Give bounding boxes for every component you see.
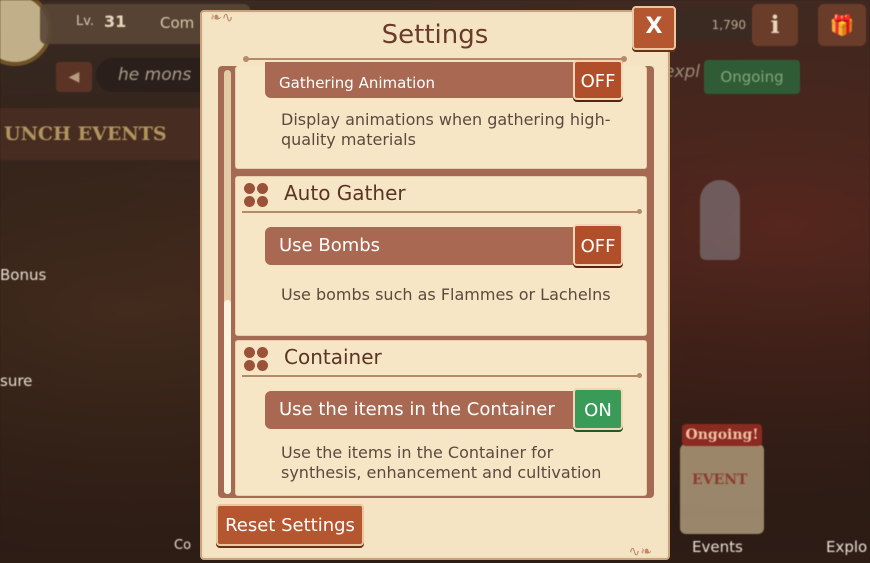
events-label[interactable]: Events	[692, 538, 743, 556]
event-card-label: EVENT	[692, 472, 748, 488]
reset-settings-button[interactable]: Reset Settings	[216, 504, 364, 546]
auto-gather-header: Auto Gather	[240, 179, 642, 214]
use-container-row: Use the items in the Container ON	[265, 388, 623, 430]
use-bombs-description: Use bombs such as Flammes or Lachelns	[281, 285, 611, 304]
use-container-description: Use the items in the Container for synth…	[281, 443, 602, 482]
section-divider	[242, 209, 642, 214]
gathering-animation-label: Gathering Animation	[279, 74, 436, 92]
gathering-animation-card: Gathering Animation OFF Display animatio…	[235, 60, 647, 169]
info-button[interactable]: i	[752, 4, 798, 46]
event-card[interactable]	[680, 444, 764, 534]
container-card: Container Use the items in the Container…	[235, 340, 647, 496]
ongoing-badge: Ongoing!	[682, 424, 762, 446]
use-bombs-row: Use Bombs OFF	[265, 224, 623, 266]
use-container-toggle[interactable]: ON	[573, 388, 623, 430]
treasure-label[interactable]: sure	[0, 372, 32, 390]
gathering-animation-description: Display animations when gathering high-q…	[281, 110, 611, 149]
character-figure	[700, 180, 740, 260]
section-divider	[242, 373, 642, 378]
close-button[interactable]: X	[632, 6, 676, 50]
clover-icon	[244, 347, 268, 371]
clover-icon	[244, 183, 268, 207]
gathering-animation-row: Gathering Animation OFF	[265, 60, 623, 100]
gold-counter: 1,790	[676, 10, 752, 40]
bonus-label[interactable]: Bonus	[0, 266, 46, 284]
use-bombs-label: Use Bombs	[279, 235, 381, 256]
level-value: 31	[104, 12, 127, 31]
auto-gather-card: Auto Gather Use Bombs OFF Use bombs such…	[235, 176, 647, 336]
title-divider	[243, 56, 627, 62]
flourish-bottom-right-icon: ∿❧	[628, 544, 652, 560]
dialog-title: Settings	[381, 20, 489, 50]
level-label: Lv.	[76, 14, 95, 29]
use-bombs-toggle[interactable]: OFF	[573, 224, 623, 266]
container-title: Container	[284, 345, 382, 369]
gift-icon[interactable]: 🎁	[818, 4, 866, 46]
auto-gather-title: Auto Gather	[284, 181, 406, 205]
explore-label[interactable]: Explo	[826, 538, 867, 556]
use-container-label: Use the items in the Container	[279, 399, 555, 420]
gathering-animation-toggle[interactable]: OFF	[573, 60, 623, 100]
ongoing-status[interactable]: Ongoing	[704, 60, 800, 94]
back-arrow-icon[interactable]: ◀	[56, 62, 92, 92]
launch-events-banner[interactable]: UNCH EVENTS	[0, 108, 200, 160]
bottom-com-label[interactable]: Co	[174, 538, 191, 553]
container-header: Container	[240, 343, 642, 378]
scrollbar-thumb[interactable]	[224, 300, 231, 494]
top-text: Com	[160, 14, 195, 32]
